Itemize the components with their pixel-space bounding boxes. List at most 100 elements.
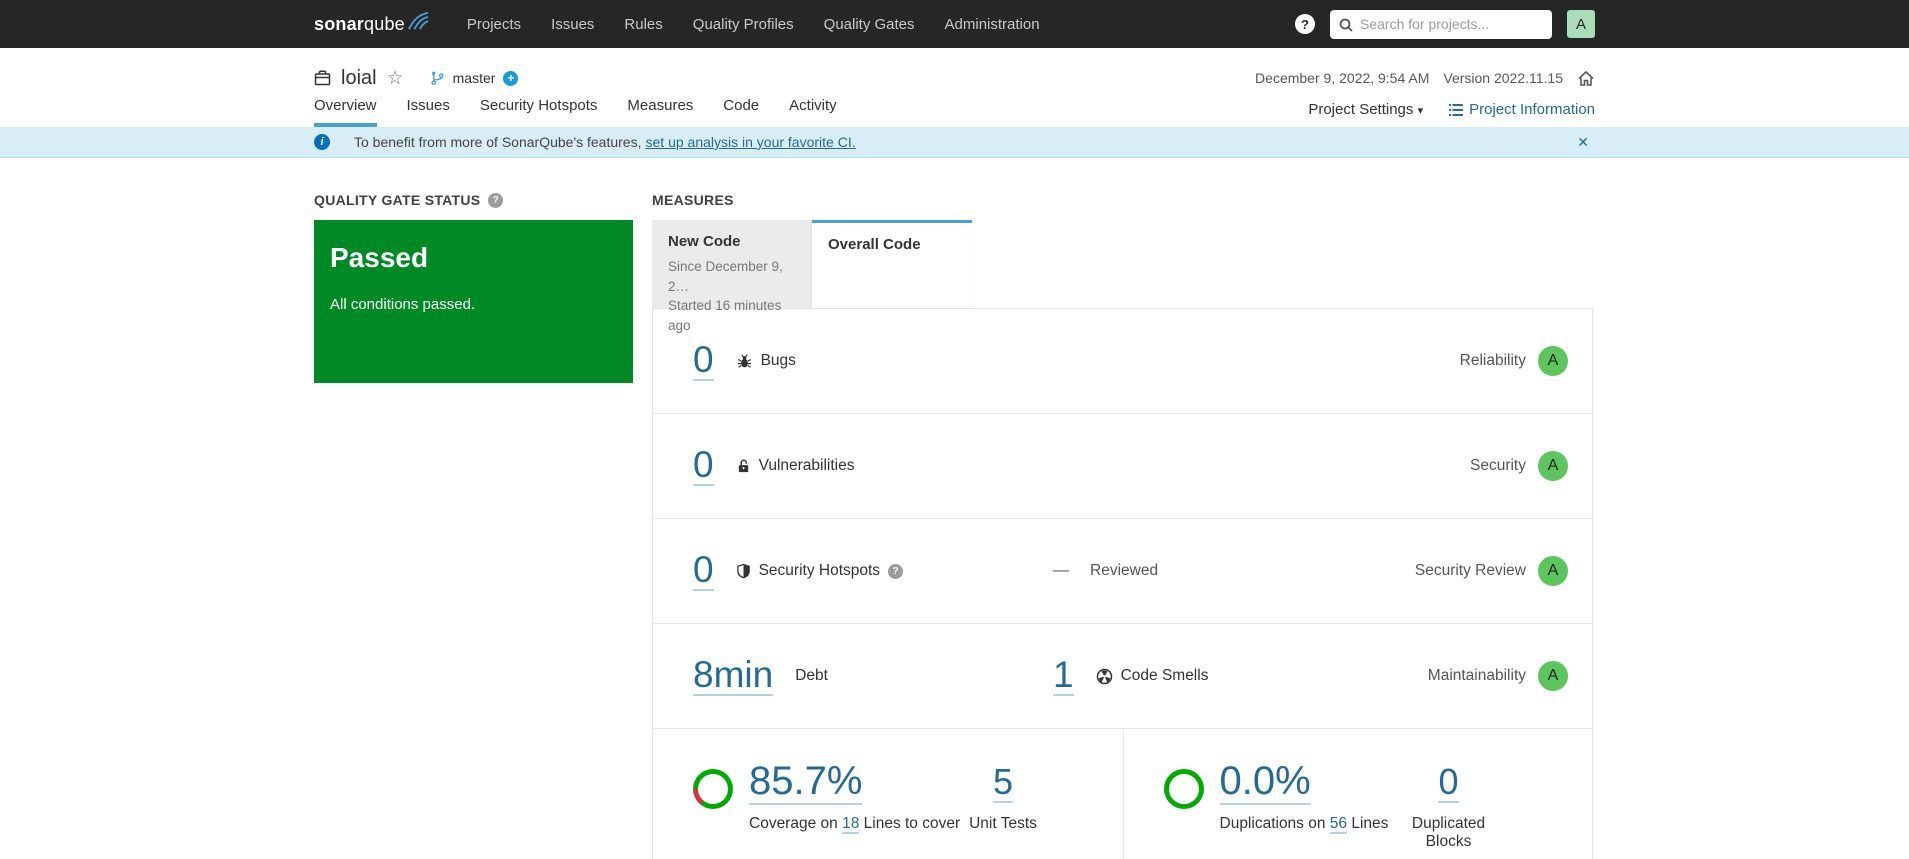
bugs-row: 0 Bugs Reliability A [653,309,1592,414]
nav-item-quality-profiles[interactable]: Quality Profiles [693,16,794,33]
tab-measures[interactable]: Measures [627,97,693,127]
branch-selector: master + [430,70,519,86]
nav-item-quality-gates[interactable]: Quality Gates [824,16,915,33]
coverage-duplications-row: 85.7% Coverage on 18 Lines to cover 5 Un… [653,729,1592,859]
security-hotspots-row: 0 Security Hotspots ? — Reviewed Securit… [653,519,1592,624]
project-settings-dropdown[interactable]: Project Settings ▾ [1308,101,1423,118]
reviewed-dash: — [1053,562,1069,579]
measures-heading: MEASURES [652,192,734,208]
duplications-percent[interactable]: 0.0% [1219,759,1311,805]
debt-label: Debt [795,667,828,684]
new-code-since: Since December 9, 2… [668,259,783,294]
version-label: Version 2022.11.15 [1443,70,1563,86]
coverage-panel: 85.7% Coverage on 18 Lines to cover 5 Un… [653,729,1123,859]
sonarqube-logo[interactable]: sonarqube [314,11,429,35]
security-review-rating-badge[interactable]: A [1538,556,1568,586]
reliability-label: Reliability [1459,352,1526,369]
maintainability-label: Maintainability [1427,667,1526,684]
brand-sonar: sonar [314,13,365,34]
list-icon [1449,103,1464,116]
quality-gate-description: All conditions passed. [330,296,476,313]
duplicated-lines-link[interactable]: 56 [1329,815,1348,834]
tab-security-hotspots[interactable]: Security Hotspots [480,97,598,127]
user-avatar[interactable]: A [1567,10,1595,38]
duplications-ring-icon [1163,769,1204,809]
project-header: loial ☆ master + December 9, 2022, 9:54 … [0,48,1909,127]
reviewed-label: Reviewed [1090,562,1159,579]
project-tabs: Overview Issues Security Hotspots Measur… [314,97,837,127]
tab-new-code[interactable]: New Code Since December 9, 2… Started 16… [652,220,812,333]
measures-card: 0 Bugs Reliability A 0 Vulnerabilities S… [652,308,1593,859]
sonarqube-swoosh-icon [407,11,429,30]
search-icon [1339,18,1353,32]
security-hotspots-help-icon[interactable]: ? [888,563,904,579]
security-hotspot-shield-icon [736,563,750,579]
maintainability-rating-badge[interactable]: A [1538,661,1568,691]
add-branch-icon[interactable]: + [503,70,519,86]
chevron-down-icon: ▾ [1417,105,1424,117]
nav-links: Projects Issues Rules Quality Profiles Q… [467,16,1040,33]
quality-gate-heading: QUALITY GATE STATUS [314,192,481,208]
tab-overall-code[interactable]: Overall Code [812,220,972,308]
unit-tests-label: Unit Tests [969,814,1037,832]
coverage-caption-prefix: Coverage on [749,815,838,832]
banner-message: To benefit from more of SonarQube's feat… [354,134,642,150]
duplicated-blocks-count[interactable]: 0 [1438,763,1459,803]
security-rating-badge[interactable]: A [1538,451,1568,481]
quality-gate-help-icon[interactable]: ? [488,192,504,208]
top-navbar: sonarqube Projects Issues Rules Quality … [0,0,1909,48]
tab-activity[interactable]: Activity [789,97,837,127]
code-smells-count[interactable]: 1 [1053,655,1074,697]
project-icon [314,70,331,86]
coverage-caption-suffix: Lines to cover [863,815,961,832]
tab-overview[interactable]: Overview [314,97,377,127]
lines-to-cover-link[interactable]: 18 [842,815,860,834]
duplications-panel: 0.0% Duplications on 56 Lines 0 Duplicat… [1122,729,1593,859]
vulnerabilities-row: 0 Vulnerabilities Security A [653,414,1592,519]
reliability-rating-badge[interactable]: A [1538,346,1568,376]
duplications-caption-prefix: Duplications on [1219,815,1326,832]
security-label: Security [1470,457,1526,474]
unit-tests-count[interactable]: 5 [992,763,1014,803]
branch-name[interactable]: master [453,70,496,86]
new-code-tab-label: New Code [668,233,741,250]
bugs-count[interactable]: 0 [693,340,714,382]
project-information-label: Project Information [1469,101,1595,118]
project-name: loial [341,66,377,89]
quality-gate-status-box: Passed All conditions passed. [314,220,633,383]
banner-ci-link[interactable]: set up analysis in your favorite CI. [646,134,856,150]
bug-icon [737,354,751,368]
project-settings-label: Project Settings [1308,101,1414,118]
security-review-label: Security Review [1414,562,1526,579]
debt-value[interactable]: 8min [693,655,774,697]
info-icon: i [314,134,330,150]
nav-item-rules[interactable]: Rules [624,16,662,33]
tab-code[interactable]: Code [723,97,759,127]
nav-item-administration[interactable]: Administration [945,16,1040,33]
duplicated-blocks-label: Duplicated Blocks [1411,814,1486,850]
security-hotspots-count[interactable]: 0 [693,550,714,592]
ci-setup-banner: i To benefit from more of SonarQube's fe… [0,127,1909,158]
project-information-button[interactable]: Project Information [1449,101,1595,118]
favorite-star-icon[interactable]: ☆ [387,69,404,88]
analysis-date: December 9, 2022, 9:54 AM [1255,70,1430,86]
search-box [1330,9,1552,39]
duplications-caption-suffix: Lines [1351,815,1389,832]
branch-icon [431,71,444,86]
nav-item-projects[interactable]: Projects [467,16,521,33]
tab-issues[interactable]: Issues [407,97,450,127]
home-icon[interactable] [1577,70,1595,87]
coverage-percent[interactable]: 85.7% [749,759,863,805]
open-lock-icon [738,459,748,473]
nav-item-issues[interactable]: Issues [551,16,594,33]
vulnerabilities-count[interactable]: 0 [693,445,714,487]
close-icon[interactable]: ✕ [1571,132,1595,153]
code-smells-label: Code Smells [1120,667,1209,684]
code-smell-icon [1096,668,1112,684]
security-hotspots-label: Security Hotspots [758,562,881,579]
help-icon[interactable]: ? [1295,14,1315,34]
search-input[interactable] [1330,9,1552,39]
brand-qube: qube [364,13,405,34]
bugs-label: Bugs [760,352,796,369]
maintainability-row: 8min Debt 1 Code Smells Maintainability … [653,624,1592,729]
